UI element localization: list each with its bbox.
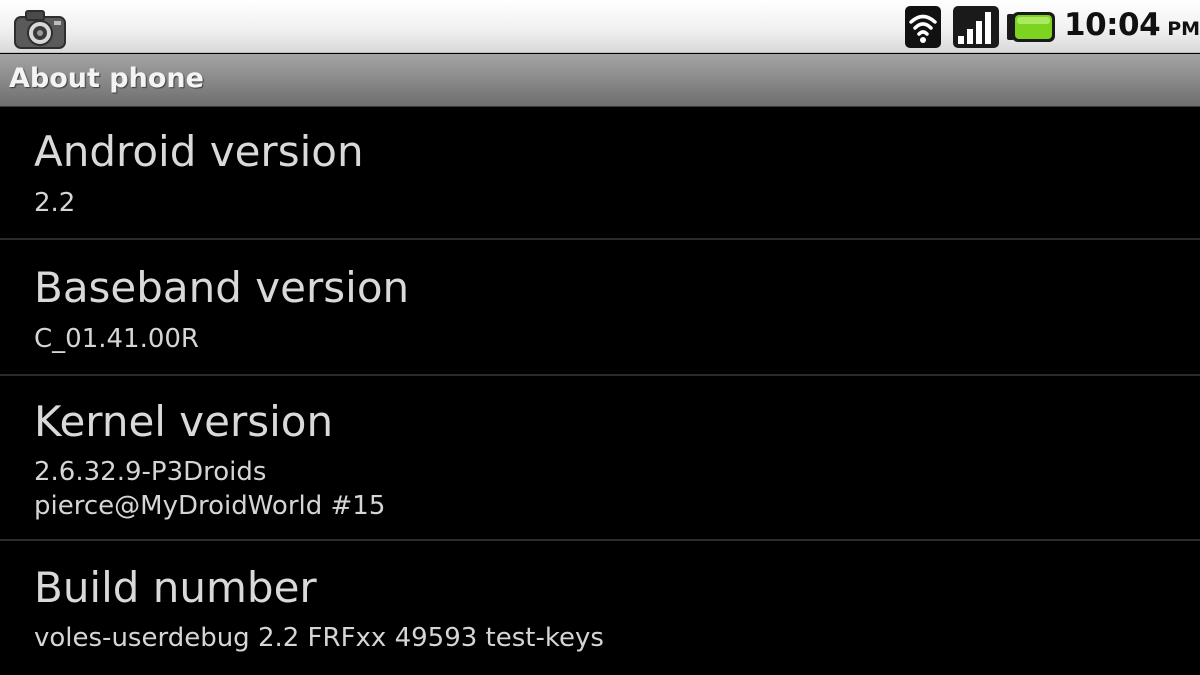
clock-time: 10:04 <box>1064 7 1161 43</box>
list-item-build-number[interactable]: Build number voles-userdebug 2.2 FRFxx 4… <box>0 541 1200 675</box>
settings-list: Android version 2.2 Baseband version C_0… <box>0 107 1200 675</box>
item-summary: 2.2 <box>34 188 76 218</box>
clock-ampm: PM <box>1167 18 1200 40</box>
item-title: Android version <box>34 127 364 176</box>
status-clock: 10:04 PM <box>1064 7 1200 47</box>
list-item-android-version[interactable]: Android version 2.2 <box>0 107 1200 240</box>
list-item-kernel-version[interactable]: Kernel version 2.6.32.9-P3Droids pierce@… <box>0 376 1200 541</box>
wifi-icon <box>905 6 941 48</box>
camera-icon[interactable] <box>12 8 68 50</box>
list-item-baseband-version[interactable]: Baseband version C_01.41.00R <box>0 240 1200 376</box>
item-summary: C_01.41.00R <box>34 324 200 354</box>
item-title: Build number <box>34 563 317 612</box>
status-bar: 10:04 PM <box>0 0 1200 53</box>
item-summary: 2.6.32.9-P3Droids <box>34 457 267 487</box>
item-title: Baseband version <box>34 263 410 312</box>
battery-icon <box>1006 11 1056 43</box>
page-title: About phone <box>9 63 204 94</box>
item-summary: voles-userdebug 2.2 FRFxx 49593 test-key… <box>34 623 604 653</box>
signal-icon <box>953 6 999 48</box>
item-summary: pierce@MyDroidWorld #15 <box>34 491 386 521</box>
title-bar: About phone <box>0 54 1200 107</box>
item-title: Kernel version <box>34 397 334 446</box>
